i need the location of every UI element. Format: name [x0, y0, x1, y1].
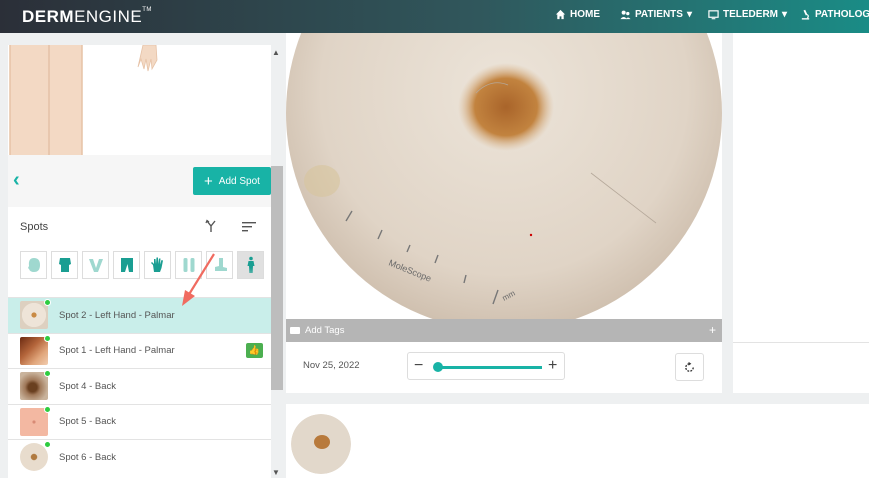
- dermengine-logo[interactable]: DERMENGINETM: [22, 7, 152, 27]
- scroll-up-arrow[interactable]: ▲: [272, 48, 280, 57]
- merge-icon[interactable]: [204, 219, 218, 233]
- thumbs-up-icon[interactable]: 👍: [246, 343, 263, 359]
- sort-icon[interactable]: [242, 221, 256, 233]
- telederm-icon: [708, 10, 719, 20]
- left-panel: ‹ + Add Spot Spots Spot 2 - Left Hand - …: [8, 45, 271, 478]
- annotation-arrow: [182, 253, 215, 306]
- spot-thumbnail: [20, 407, 48, 436]
- spots-title: Spots: [20, 221, 49, 233]
- hand-icon: [150, 257, 163, 272]
- list-item[interactable]: Spot 5 - Back: [8, 403, 271, 440]
- add-tags-bar[interactable]: Add Tags +: [286, 319, 722, 342]
- zoom-slider-track[interactable]: [434, 366, 542, 369]
- chevron-down-icon: ▾: [686, 9, 692, 20]
- nav-pathology[interactable]: PATHOLOG: [800, 9, 869, 20]
- home-icon: [555, 9, 566, 20]
- zoom-control: − +: [407, 352, 565, 380]
- plus-icon: +: [204, 172, 213, 190]
- nav-patients[interactable]: PATIENTS ▾: [620, 9, 692, 20]
- status-dot: [44, 405, 51, 413]
- filter-neck[interactable]: [82, 251, 109, 279]
- body-map-illustration: [9, 45, 158, 155]
- thumbnail-image: [291, 414, 351, 474]
- spot-thumbnail: [20, 372, 48, 401]
- image-thumbnail[interactable]: [291, 414, 351, 474]
- rotate-button[interactable]: [675, 353, 704, 381]
- zoom-in-button[interactable]: +: [548, 357, 557, 375]
- add-spot-button[interactable]: + Add Spot: [193, 167, 271, 195]
- scrollbar-thumb[interactable]: [271, 166, 283, 390]
- tag-icon: [290, 327, 300, 334]
- nav-home[interactable]: HOME: [555, 9, 600, 20]
- list-item[interactable]: Spot 2 - Left Hand - Palmar: [8, 297, 271, 333]
- image-viewer-panel: MoleScope mm Add Tags + Nov 25, 2022 − +: [286, 33, 722, 393]
- filter-legs[interactable]: [113, 251, 140, 279]
- status-dot: [44, 299, 51, 306]
- spot-actions-row: ‹ + Add Spot: [8, 155, 271, 207]
- spot-thumbnail: [20, 336, 48, 365]
- microscope-icon: [801, 9, 810, 20]
- list-item[interactable]: Spot 1 - Left Hand - Palmar 👍: [8, 332, 271, 369]
- add-tag-plus-icon[interactable]: +: [709, 323, 716, 337]
- torso-icon: [58, 258, 71, 272]
- nav-telederm[interactable]: TELEDERM ▾: [708, 9, 787, 20]
- status-dot: [44, 441, 51, 448]
- rotate-icon: [685, 361, 694, 372]
- legs-icon: [120, 258, 133, 272]
- list-item[interactable]: Spot 4 - Back: [8, 368, 271, 404]
- full-body-icon: [247, 256, 254, 273]
- zoom-slider-handle[interactable]: [433, 362, 443, 372]
- dermoscopy-image-area[interactable]: MoleScope mm: [286, 33, 722, 319]
- filter-head[interactable]: [20, 251, 47, 279]
- image-date: Nov 25, 2022: [303, 360, 360, 371]
- filter-torso[interactable]: [51, 251, 78, 279]
- patients-icon: [620, 10, 631, 20]
- top-navigation-bar: DERMENGINETM HOME PATIENTS ▾ TELEDERM ▾ …: [0, 0, 869, 33]
- dermoscopy-image: MoleScope mm: [286, 33, 722, 319]
- zoom-out-button[interactable]: −: [414, 357, 423, 375]
- status-dot: [44, 334, 51, 342]
- list-item[interactable]: Spot 6 - Back: [8, 439, 271, 475]
- chevron-left-icon[interactable]: ‹: [13, 169, 20, 192]
- divider: [733, 342, 869, 343]
- neck-icon: [88, 259, 103, 272]
- spot-thumbnail: [20, 301, 48, 330]
- filter-hand[interactable]: [144, 251, 171, 279]
- spot-thumbnail: [20, 443, 48, 472]
- right-panel: [733, 33, 869, 393]
- chevron-down-icon: ▾: [782, 9, 788, 20]
- spots-header: Spots: [8, 207, 271, 251]
- head-icon: [27, 258, 40, 272]
- body-map-view[interactable]: [8, 45, 271, 155]
- scroll-down-arrow[interactable]: ▼: [272, 468, 280, 477]
- spot-list: Spot 2 - Left Hand - Palmar Spot 1 - Lef…: [8, 297, 271, 475]
- image-thumbnail-strip: [286, 404, 869, 478]
- status-dot: [44, 370, 51, 377]
- filter-full-body[interactable]: [237, 251, 264, 279]
- body-region-filters: [20, 251, 264, 279]
